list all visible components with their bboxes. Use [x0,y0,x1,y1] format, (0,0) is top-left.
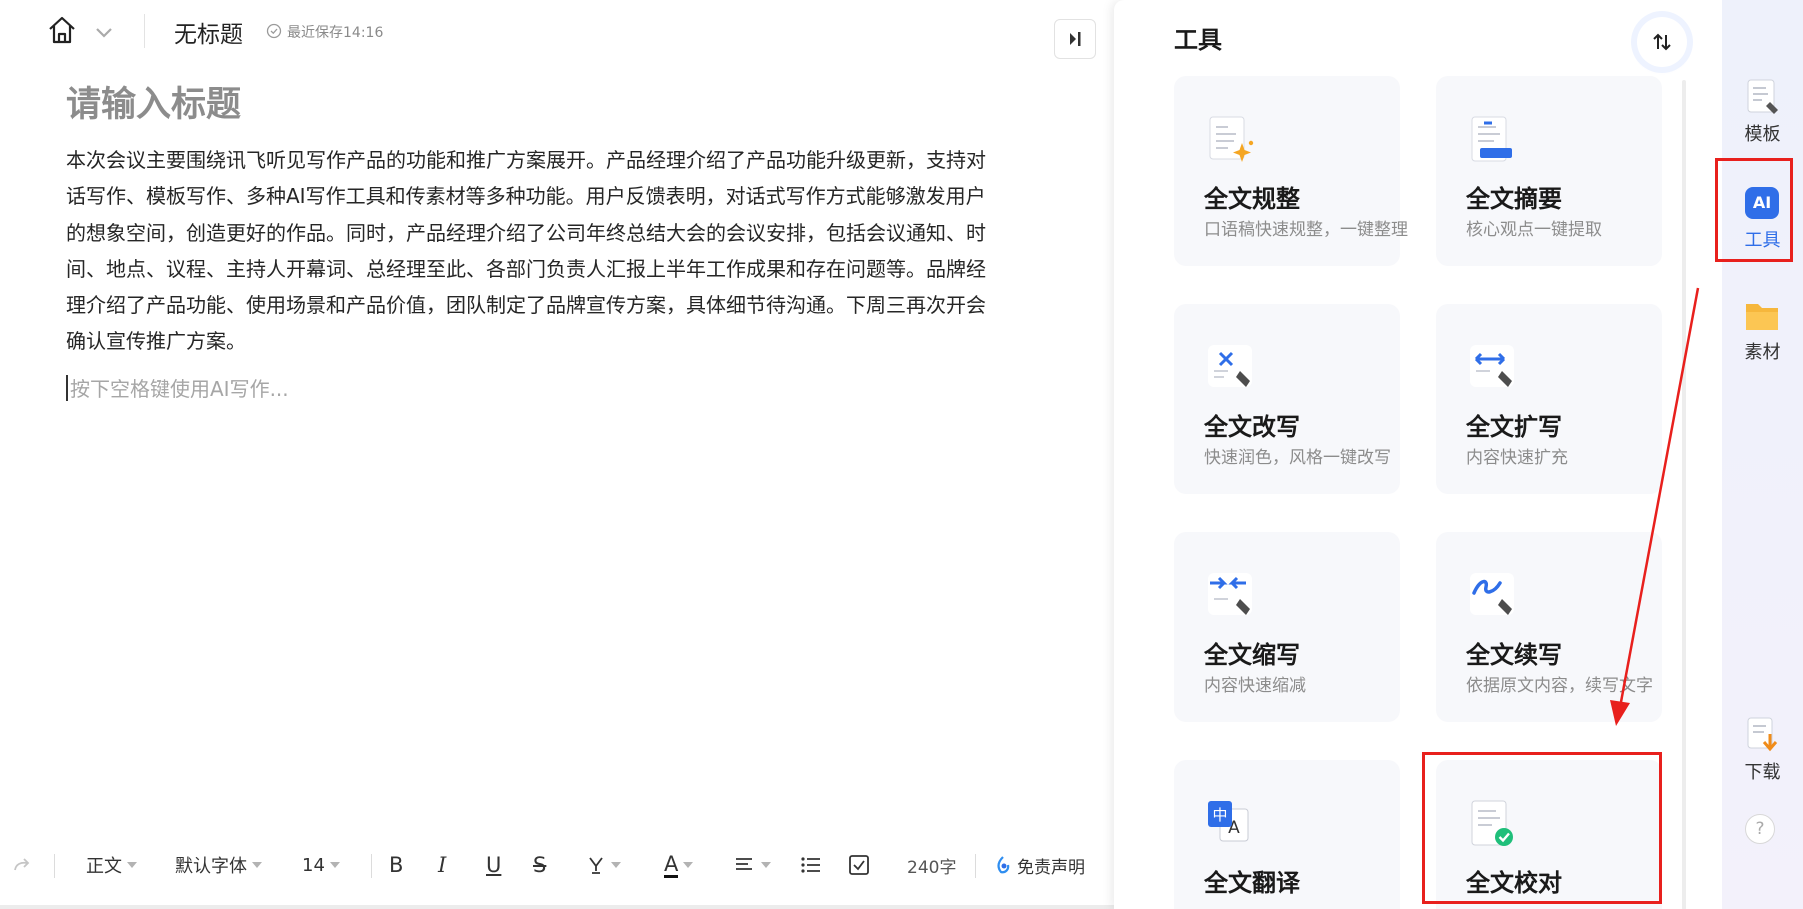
paragraph-style-label: 正文 [86,856,122,877]
caret-down-icon [683,862,694,868]
tool-card-expand[interactable]: 全文扩写 内容快速扩充 [1436,304,1662,494]
tool-card-title: 全文缩写 [1204,641,1300,669]
tool-card-proofread[interactable]: 全文校对 [1436,760,1662,909]
caret-down-icon [761,862,771,868]
rail-label: 工具 [1744,230,1781,251]
rail-label: 素材 [1744,342,1781,363]
align-left-icon [736,858,752,870]
tool-card-title: 全文规整 [1204,185,1300,213]
svg-text:中: 中 [1212,806,1227,824]
expand-icon [1466,341,1520,395]
tool-card-shrink[interactable]: 全文缩写 内容快速缩减 [1174,532,1400,722]
doc-summary-icon [1466,113,1520,167]
iflytek-logo-icon [997,856,1010,874]
bold-button[interactable]: B [389,850,403,880]
divider [54,854,55,878]
disclaimer-link[interactable]: 免责声明 [994,850,1085,880]
ai-badge-label: AI [1752,193,1772,212]
font-family-label: 默认字体 [175,856,247,877]
font-color-select[interactable]: A [664,850,694,880]
underline-button[interactable]: U [486,850,501,880]
disclaimer-label: 免责声明 [1017,857,1085,878]
caret-down-icon [252,862,262,868]
document-title[interactable]: 无标题 [174,15,243,49]
checklist-icon[interactable] [848,850,870,880]
rail-item-material[interactable]: 素材 [1722,294,1803,374]
strikethrough-button[interactable]: S [533,850,546,880]
font-size-label: 14 [302,854,325,876]
format-toolbar: 正文 默认字体 14 B I U S A 240字 免责声明 [0,842,1110,888]
app-root: 无标题 最近保存14:16 请输入标题 本次会议主要围绕讯飞听见写作产品的功能和… [0,0,1803,909]
tool-card-summary[interactable]: 全文摘要 核心观点一键提取 [1436,76,1662,266]
editor-topbar: 无标题 最近保存14:16 [0,0,1110,64]
rewrite-icon [1204,341,1258,395]
tool-card-desc: 依据原文内容，续写文字 [1466,676,1653,696]
divider [975,854,976,878]
tool-card-desc: 快速润色，风格一键改写 [1204,448,1391,468]
tool-card-title: 全文改写 [1204,413,1300,441]
right-rail: 模板 AI 工具 素材 下载 [1722,0,1803,909]
caret-down-icon [611,862,621,868]
highlight-select[interactable] [586,850,621,880]
template-icon [1744,78,1780,116]
tool-card-desc: 内容快速缩减 [1204,676,1306,696]
help-icon[interactable]: ? [1745,814,1775,844]
panel-title: 工具 [1174,26,1222,54]
tool-card-title: 全文摘要 [1466,185,1562,213]
caret-down-icon [329,862,340,868]
bullet-list-icon[interactable] [800,850,822,880]
rail-label: 模板 [1744,124,1781,145]
tool-card-continue[interactable]: 全文续写 依据原文内容，续写文字 [1436,532,1662,722]
proofread-icon [1466,797,1520,851]
sort-icon [1653,33,1671,51]
text-cursor [66,375,68,401]
collapse-panel-button[interactable] [1054,19,1096,59]
title-input[interactable]: 请输入标题 [66,76,241,127]
divider [371,854,372,878]
chevron-down-icon[interactable] [92,20,116,44]
check-circle-icon [266,23,282,39]
tool-card-desc: 内容快速扩充 [1466,448,1568,468]
sort-button[interactable] [1637,17,1687,67]
align-select[interactable] [734,850,771,880]
tool-card-title: 全文校对 [1466,869,1562,897]
ai-writing-hint[interactable]: 按下空格键使用AI写作... [70,373,289,402]
document-body[interactable]: 本次会议主要围绕讯飞听见写作产品的功能和推广方案展开。产品经理介绍了产品功能升级… [66,142,1000,360]
panel-scrollbar[interactable] [1682,80,1686,909]
font-color-icon: A [664,851,679,878]
italic-button[interactable]: I [438,850,446,880]
tool-card-title: 全文扩写 [1466,413,1562,441]
rail-item-template[interactable]: 模板 [1722,76,1803,156]
tool-card-translate[interactable]: A中 全文翻译 [1174,760,1400,909]
tool-card-title: 全文翻译 [1204,869,1300,897]
tools-panel: 工具 全文规整 口语稿快速规整，一键整理 全文摘要 核心观点一键提取 全文改写 … [1114,0,1722,909]
font-family-select[interactable]: 默认字体 [175,850,262,880]
caret-down-icon [127,862,137,868]
word-count: 240字 [907,857,957,878]
save-status: 最近保存14:16 [287,25,384,41]
tool-card-normalize[interactable]: 全文规整 口语稿快速规整，一键整理 [1174,76,1408,266]
font-size-select[interactable]: 14 [302,850,340,880]
highlighter-icon [589,857,603,874]
divider [144,14,145,48]
tool-card-title: 全文续写 [1466,641,1562,669]
translate-icon: A中 [1204,797,1258,851]
folder-icon [1744,296,1780,334]
redo-icon[interactable] [12,850,32,880]
rail-label: 下载 [1744,762,1781,783]
paragraph-style-select[interactable]: 正文 [86,850,137,880]
doc-sparkle-icon [1204,113,1258,167]
rail-item-tools[interactable]: AI 工具 [1722,182,1803,262]
home-icon[interactable] [44,12,80,48]
shrink-icon [1204,569,1258,623]
continue-icon [1466,569,1520,623]
tool-card-desc: 核心观点一键提取 [1466,220,1602,240]
download-icon [1744,716,1780,754]
ai-tools-icon: AI [1744,184,1780,222]
tool-card-desc: 口语稿快速规整，一键整理 [1204,220,1408,240]
rail-item-download[interactable]: 下载 [1722,714,1803,794]
tool-card-rewrite[interactable]: 全文改写 快速润色，风格一键改写 [1174,304,1400,494]
